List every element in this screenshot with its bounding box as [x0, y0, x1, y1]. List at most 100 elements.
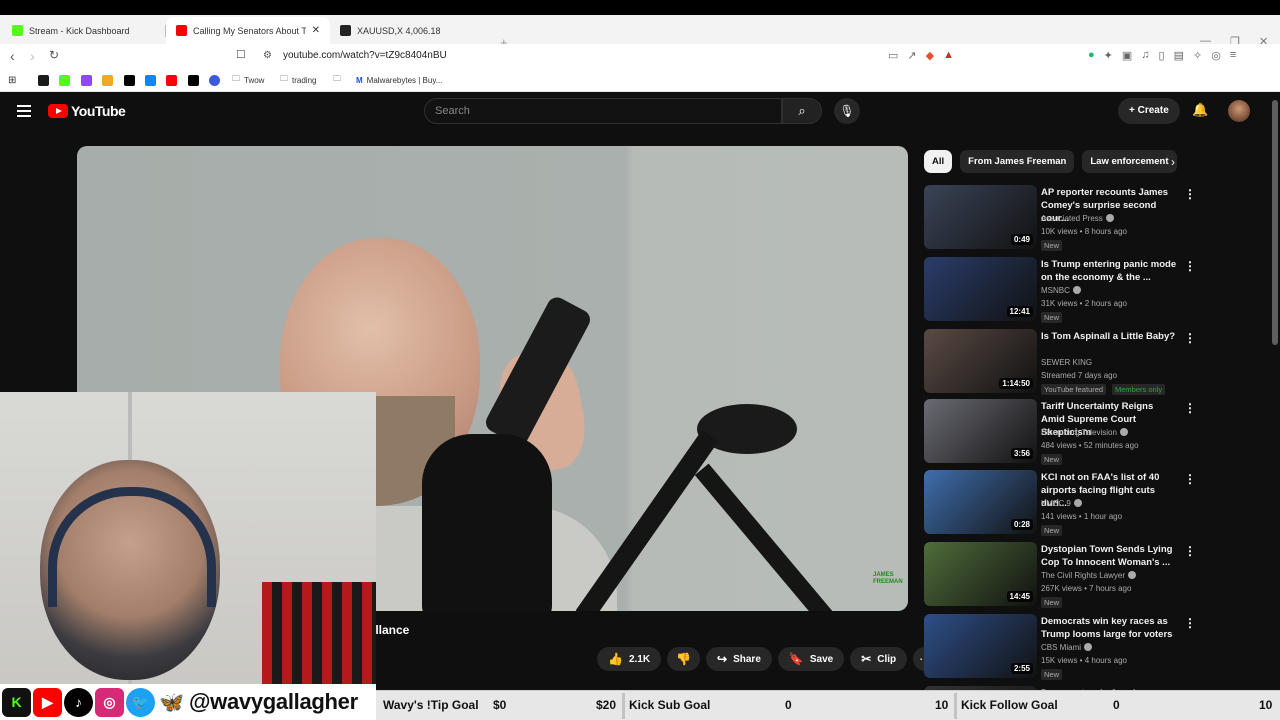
bluesky-bookmark-icon[interactable] [145, 74, 156, 86]
apps-grid-icon[interactable]: ⊞ [8, 74, 16, 86]
twitch-bookmark-icon[interactable] [81, 74, 92, 86]
close-tab-icon[interactable]: ✕ [312, 25, 330, 36]
sidebar-icon[interactable]: ▯ [1159, 49, 1165, 62]
video-duration: 0:49 [1010, 234, 1033, 245]
reload-icon[interactable]: ↻ [49, 48, 59, 62]
brave-shield-icon[interactable]: ◆ [926, 49, 934, 62]
video-badge: New [1041, 525, 1063, 536]
more-vertical-icon[interactable]: ⋮ [1184, 401, 1196, 415]
recommendation-item[interactable]: 1:14:50 Is Tom Aspinall a Little Baby? SEW… [924, 329, 1272, 395]
bookmark-icon[interactable] [188, 74, 199, 86]
share-page-icon[interactable]: ↗ [907, 49, 916, 62]
bookmark-icon[interactable] [209, 74, 220, 86]
puzzle-icon[interactable]: ✦ [1104, 49, 1113, 62]
recommendation-title[interactable]: Is Trump entering panic mode on the econ… [1041, 258, 1179, 284]
menu-icon[interactable]: ≡ [1230, 49, 1236, 62]
forward-icon[interactable]: › [30, 48, 35, 64]
extension-icon[interactable]: ● [1088, 49, 1095, 62]
video-thumbnail[interactable]: 12:41 [924, 257, 1037, 321]
voice-search-button[interactable]: 🎙 [834, 98, 860, 124]
recommendation-item[interactable]: 12:41 Is Trump entering panic mode on the… [924, 257, 1272, 323]
channel-name[interactable]: Associated Press [1041, 214, 1114, 223]
video-thumbnail[interactable]: 3:56 [924, 399, 1037, 463]
more-vertical-icon[interactable]: ⋮ [1184, 472, 1196, 486]
tip-goal-label: Wavy's !Tip Goal [383, 698, 479, 712]
create-button[interactable]: + Create [1118, 98, 1180, 124]
media-icon[interactable]: ♫ [1141, 49, 1149, 62]
more-vertical-icon[interactable]: ⋮ [1184, 187, 1196, 201]
youtube-bookmark-icon[interactable] [166, 74, 177, 86]
mic-arm-image [575, 430, 719, 611]
bookmark-favicon-icon[interactable] [38, 74, 49, 86]
video-thumbnail[interactable]: 14:45 [924, 542, 1037, 606]
bookmark-icon[interactable] [102, 74, 113, 86]
video-thumbnail[interactable]: 2:55 [924, 614, 1037, 678]
like-button[interactable]: 👍 2.1K [597, 647, 662, 671]
bookmark-folder[interactable]: 🗀 [333, 74, 341, 86]
folder-icon: 🗀 [280, 74, 288, 83]
channel-watermark: JAMES FREEMAN [873, 572, 903, 585]
kick-bookmark-icon[interactable] [59, 74, 70, 86]
notifications-bell-icon[interactable]: 🔔 [1192, 102, 1208, 118]
recommendation-item[interactable]: 3:56 Tariff Uncertainty Reigns Amid Supre… [924, 399, 1272, 465]
video-thumbnail[interactable]: 0:49 [924, 185, 1037, 249]
channel-name[interactable]: KMBC 9 [1041, 499, 1082, 508]
search-input[interactable]: Search [424, 98, 782, 124]
save-button[interactable]: 🔖 Save [777, 647, 845, 671]
more-vertical-icon[interactable]: ⋮ [1184, 259, 1196, 273]
more-vertical-icon[interactable]: ⋮ [1184, 616, 1196, 630]
site-info-icon[interactable]: ⚙ [263, 50, 272, 61]
dislike-button[interactable]: 👎 [667, 647, 701, 671]
recommendation-item[interactable]: 2:55 Democrats win key races as Trump loo… [924, 614, 1272, 680]
bookmark-malwarebytes[interactable]: M Malwarebytes | Buy... [356, 74, 442, 86]
x-bookmark-icon[interactable] [124, 74, 135, 86]
recommendation-title[interactable]: Dystopian Town Sends Lying Cop To Innoce… [1041, 543, 1179, 569]
more-vertical-icon[interactable]: ⋮ [1184, 544, 1196, 558]
rewards-icon[interactable]: ▲ [943, 49, 954, 62]
hamburger-menu-icon[interactable] [17, 105, 31, 117]
channel-name[interactable]: CBS Miami [1041, 643, 1093, 652]
leo-icon[interactable]: ✧ [1193, 49, 1202, 62]
microphone-icon: 🎙 [839, 104, 855, 118]
verified-icon [1119, 428, 1128, 436]
avatar[interactable] [1228, 100, 1250, 122]
tab-kick-dashboard[interactable]: Stream - Kick Dashboard [2, 17, 166, 44]
bookmark-icon[interactable]: ☐ [236, 48, 246, 61]
video-meta: 484 views • 52 minutes ago [1041, 441, 1139, 450]
recommendation-item[interactable]: 0:49 AP reporter recounts James Comey's s… [924, 185, 1272, 251]
recommendation-title[interactable]: Democrats win key races as Trump looms l… [1041, 615, 1179, 641]
chip-all[interactable]: All [924, 150, 953, 173]
recommendation-item[interactable]: 0:28 KCI not on FAA's list of 40 airports… [924, 470, 1272, 536]
video-badge: New [1041, 312, 1063, 323]
wallet-icon[interactable]: ▤ [1174, 49, 1184, 62]
screenshot-icon[interactable]: ▣ [1122, 49, 1132, 62]
video-thumbnail[interactable]: 1:14:50 [924, 329, 1037, 393]
channel-name[interactable]: The Civil Rights Lawyer [1041, 571, 1137, 580]
vpn-icon[interactable]: ◎ [1211, 49, 1221, 62]
share-icon: ↪ [717, 652, 728, 666]
channel-name[interactable]: SEWER KING [1041, 358, 1092, 367]
channel-name[interactable]: Bloomberg Television [1041, 428, 1128, 437]
video-badge: New [1041, 454, 1063, 465]
youtube-logo[interactable]: YouTube [48, 103, 126, 119]
back-icon[interactable]: ‹ [10, 48, 15, 64]
recommendation-title[interactable]: Is Tom Aspinall a Little Baby? [1041, 330, 1179, 343]
chip-law-enforcement[interactable]: Law enforcement [1082, 150, 1177, 173]
page-scrollbar[interactable] [1272, 100, 1278, 345]
channel-name[interactable]: MSNBC [1041, 286, 1081, 295]
video-thumbnail[interactable]: 0:28 [924, 470, 1037, 534]
clip-button[interactable]: ✂ Clip [850, 647, 908, 671]
search-button[interactable]: ⌕ [782, 98, 822, 124]
bookmark-folder-twow[interactable]: 🗀 Twow [232, 74, 264, 86]
malwarebytes-icon: M [356, 75, 363, 85]
tab-youtube-video[interactable]: Calling My Senators About T... ✕ [166, 17, 330, 44]
cast-icon[interactable]: ▭ [888, 49, 898, 62]
share-button[interactable]: ↪ Share [706, 647, 772, 671]
chevron-right-icon[interactable]: › [1171, 155, 1175, 169]
more-vertical-icon[interactable]: ⋮ [1184, 331, 1196, 345]
url-field[interactable]: youtube.com/watch?v=tZ9c8404nBU [283, 50, 447, 61]
tab-xauusd[interactable]: XAUUSD,X 4,006.18 [330, 17, 494, 44]
recommendation-item[interactable]: 14:45 Dystopian Town Sends Lying Cop To I… [924, 542, 1272, 608]
bookmark-folder-trading[interactable]: 🗀 trading [280, 74, 316, 86]
chip-from-channel[interactable]: From James Freeman [960, 150, 1075, 173]
